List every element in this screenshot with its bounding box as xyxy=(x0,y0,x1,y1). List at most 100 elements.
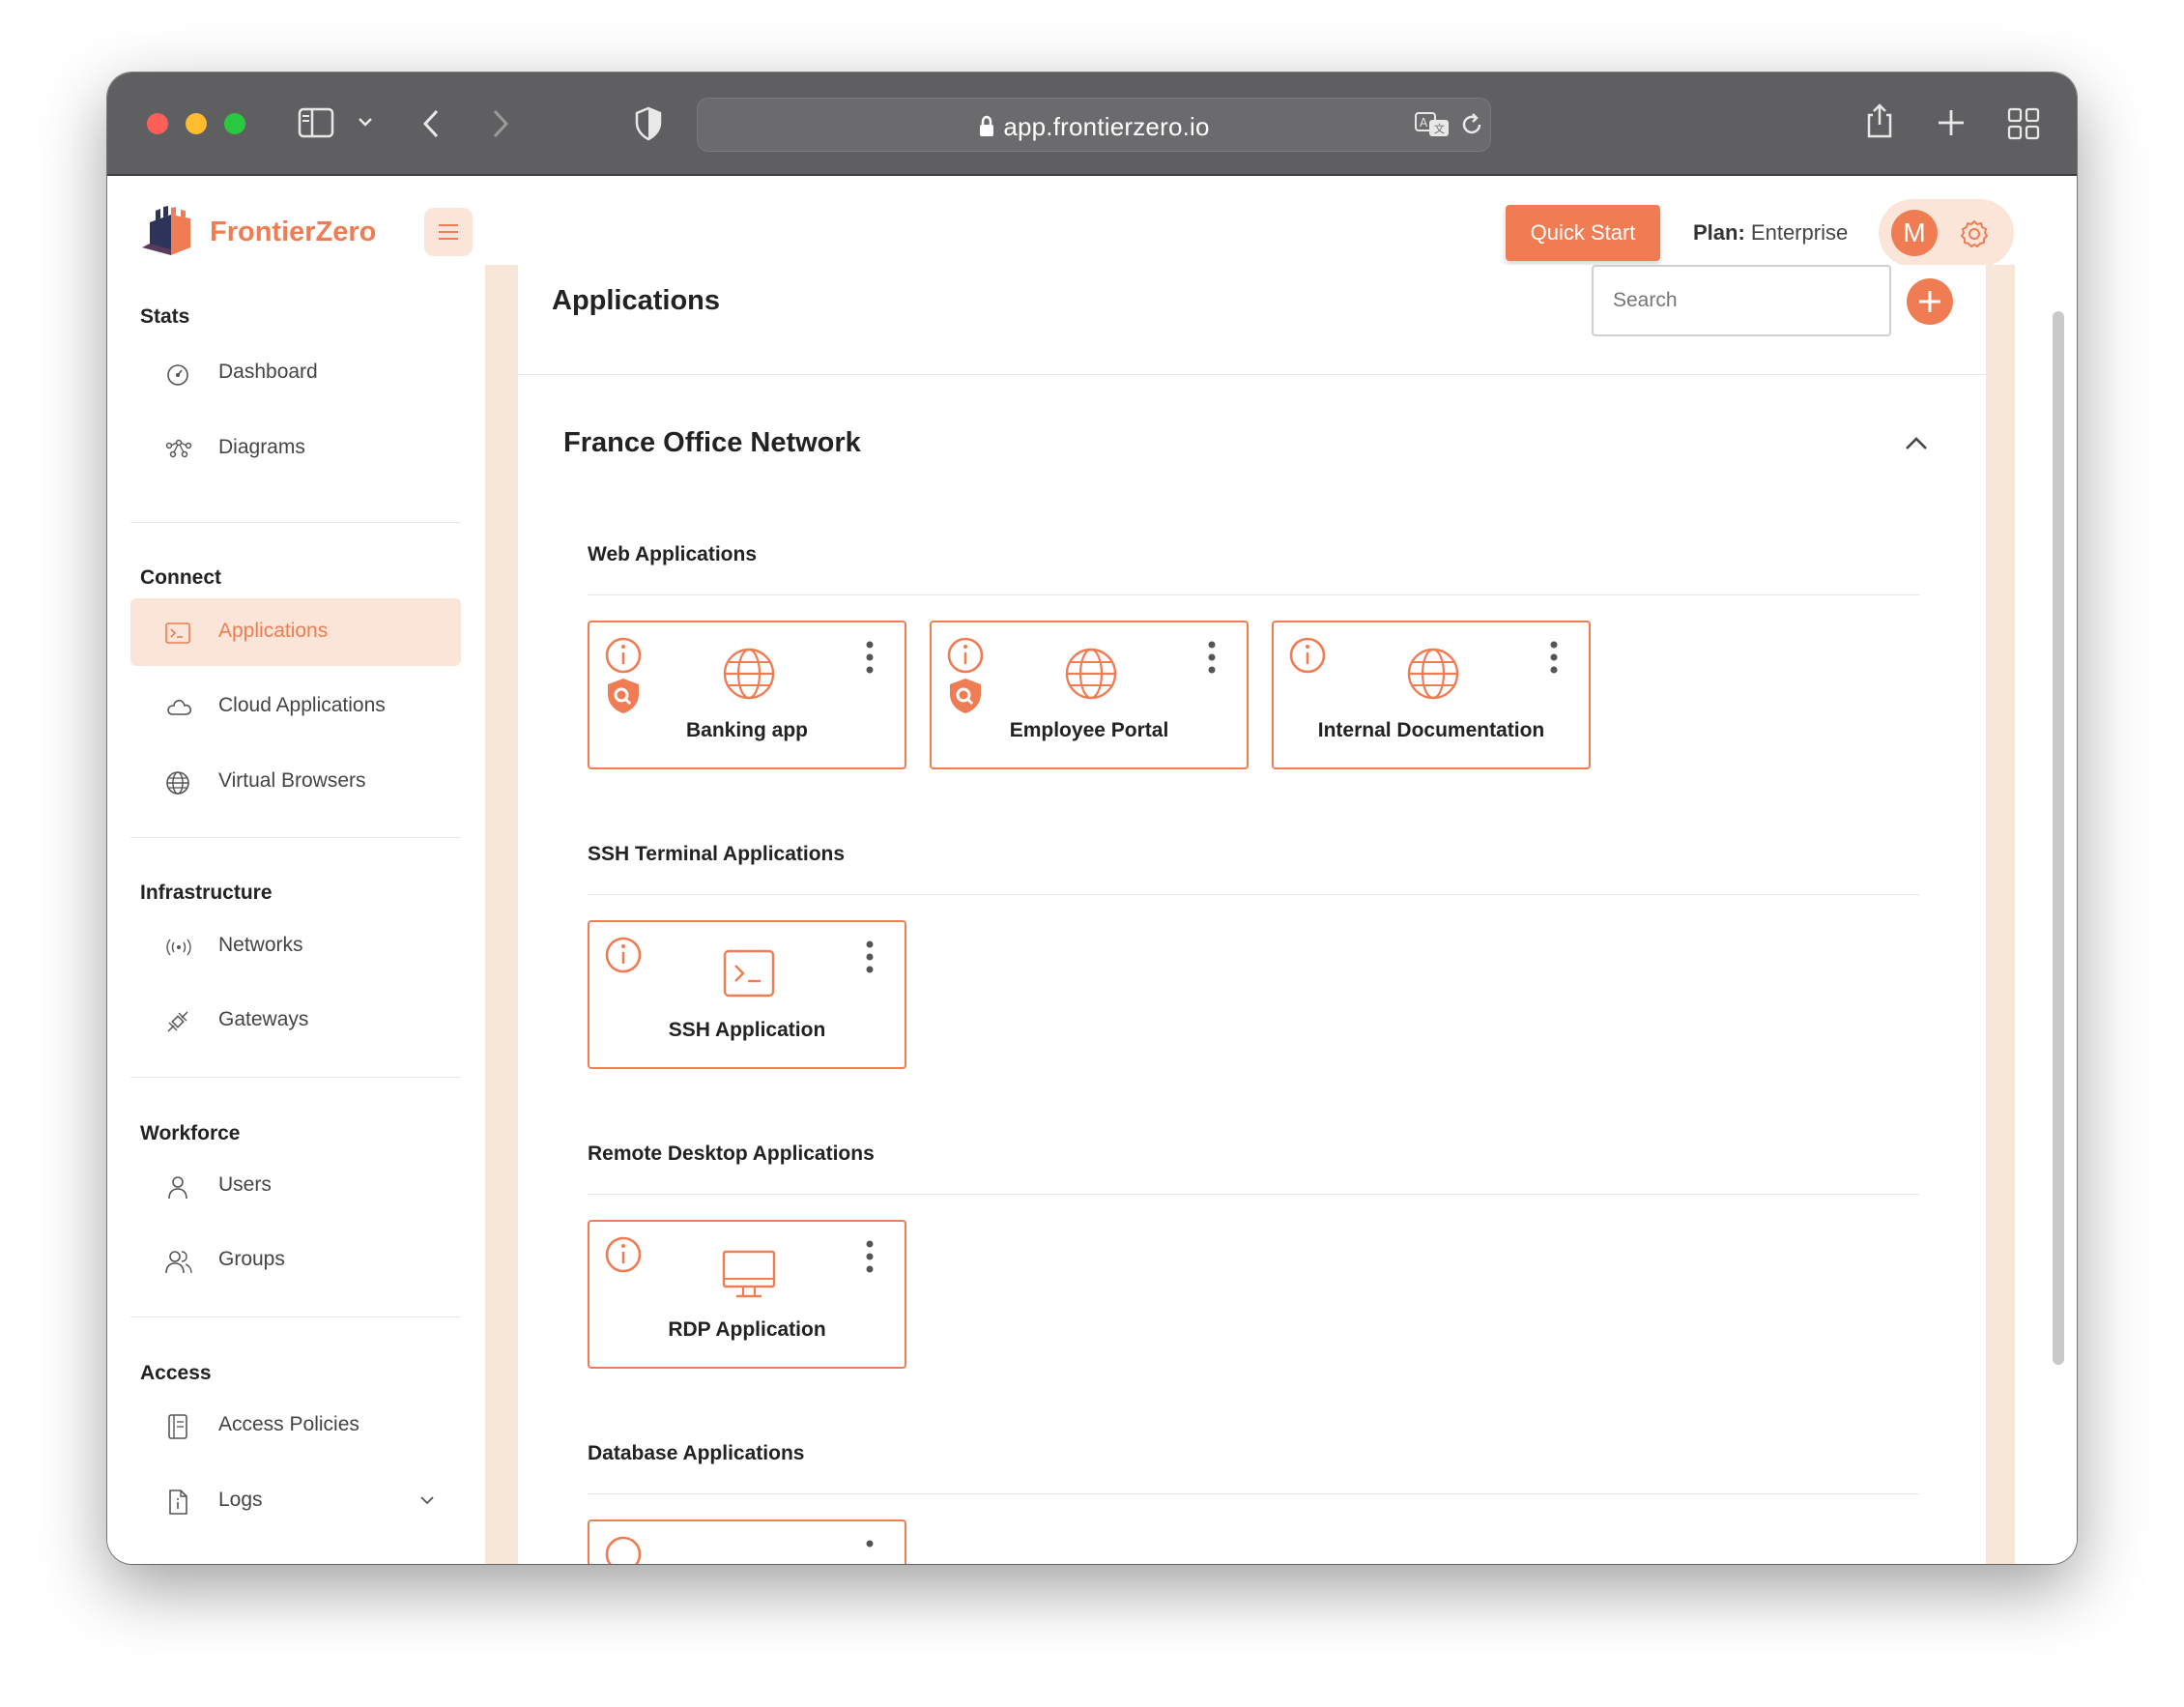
info-icon[interactable] xyxy=(604,1235,643,1274)
shield-privacy-icon[interactable] xyxy=(634,106,663,141)
chevron-down-icon[interactable] xyxy=(418,1494,436,1506)
inspection-shield-icon xyxy=(604,677,643,715)
translate-icon[interactable]: A文 xyxy=(1414,111,1451,138)
sidebar-item-cloud-applications[interactable]: Cloud Applications xyxy=(130,673,461,740)
app-card-database-partial[interactable] xyxy=(588,1519,906,1564)
sidebar-item-users[interactable]: Users xyxy=(130,1152,461,1220)
page-scrollbar[interactable] xyxy=(2053,311,2064,1365)
info-icon[interactable] xyxy=(604,636,643,675)
sidebar-section-access: Access xyxy=(140,1362,212,1384)
more-options-icon[interactable] xyxy=(1548,640,1560,675)
add-application-button[interactable] xyxy=(1907,278,1953,325)
policy-icon xyxy=(165,1414,190,1439)
quick-start-button[interactable]: Quick Start xyxy=(1506,205,1660,261)
browser-window: app.frontierzero.io A文 FrontierZero Quic… xyxy=(107,72,2077,1564)
applications-panel: Applications France Office Network Web A… xyxy=(518,265,1986,1564)
search-input[interactable] xyxy=(1592,265,1891,336)
page-title: Applications xyxy=(552,285,721,316)
sidebar-item-networks[interactable]: Networks xyxy=(130,912,461,980)
more-options-icon[interactable] xyxy=(864,940,876,974)
info-icon[interactable] xyxy=(604,1535,643,1564)
category-divider xyxy=(588,1194,1919,1195)
monitor-icon xyxy=(722,1246,776,1300)
zoom-window-button[interactable] xyxy=(224,113,245,134)
address-bar[interactable]: app.frontierzero.io A文 xyxy=(697,98,1491,152)
chevron-up-icon[interactable] xyxy=(1903,435,1930,452)
gear-icon[interactable] xyxy=(1959,218,1990,249)
forward-icon[interactable] xyxy=(488,107,511,140)
close-window-button[interactable] xyxy=(147,113,168,134)
svg-text:A: A xyxy=(1420,116,1428,130)
sidebar-item-label: Dashboard xyxy=(218,361,318,383)
app-card-ssh-application[interactable]: SSH Application xyxy=(588,920,906,1069)
brand-name[interactable]: FrontierZero xyxy=(210,217,376,248)
browser-titlebar: app.frontierzero.io A文 xyxy=(107,72,2077,176)
app-card-title: Internal Documentation xyxy=(1317,719,1545,741)
terminal-icon xyxy=(165,621,190,646)
category-divider xyxy=(588,1493,1919,1494)
sidebar-item-label: Diagrams xyxy=(218,436,305,458)
reload-icon[interactable] xyxy=(1459,112,1484,137)
sidebar-item-access-policies[interactable]: Access Policies xyxy=(130,1392,461,1460)
info-icon[interactable] xyxy=(604,936,643,974)
more-options-icon[interactable] xyxy=(864,1239,876,1274)
app-card-internal-documentation[interactable]: Internal Documentation xyxy=(1272,621,1591,769)
terminal-icon xyxy=(722,946,776,1000)
share-icon[interactable] xyxy=(1864,101,1895,140)
hamburger-menu-button[interactable] xyxy=(424,208,473,256)
network-title: France Office Network xyxy=(563,427,861,458)
category-divider xyxy=(588,894,1919,895)
more-options-icon[interactable] xyxy=(1206,640,1218,675)
user-menu[interactable]: M xyxy=(1879,199,2014,267)
sidebar-item-label: Users xyxy=(218,1173,272,1196)
inspection-shield-icon xyxy=(946,677,985,715)
cloud-icon xyxy=(165,695,192,720)
url-text: app.frontierzero.io xyxy=(698,112,1490,142)
diagram-icon xyxy=(165,437,192,462)
back-icon[interactable] xyxy=(420,107,444,140)
sidebar-divider xyxy=(130,837,461,838)
sidebar-item-virtual-browsers[interactable]: Virtual Browsers xyxy=(130,748,461,816)
new-tab-icon[interactable] xyxy=(1936,107,1967,138)
app-header: FrontierZero Quick Start Plan: Enterpris… xyxy=(107,176,2077,267)
avatar[interactable]: M xyxy=(1891,210,1938,256)
users-icon xyxy=(165,1249,192,1274)
sidebar-item-applications[interactable]: Applications xyxy=(130,598,461,666)
sidebar-item-label: Logs xyxy=(218,1489,263,1511)
more-options-icon[interactable] xyxy=(864,640,876,675)
sidebar-toggle-icon[interactable] xyxy=(298,106,336,139)
app-card-rdp-application[interactable]: RDP Application xyxy=(588,1220,906,1369)
satellite-icon xyxy=(165,1009,190,1034)
hamburger-icon xyxy=(439,224,458,240)
sidebar-item-label: Access Policies xyxy=(218,1413,359,1435)
app-card-title: SSH Application xyxy=(668,1019,826,1041)
app-card-banking-app[interactable]: Banking app xyxy=(588,621,906,769)
globe-icon xyxy=(1064,647,1118,701)
sidebar: Stats Dashboard Diagrams Connect Applica… xyxy=(107,265,494,1564)
app-card-title: Banking app xyxy=(685,719,808,741)
sidebar-section-stats: Stats xyxy=(140,305,190,328)
sidebar-item-logs[interactable]: Logs xyxy=(130,1467,461,1535)
app-card-employee-portal[interactable]: Employee Portal xyxy=(930,621,1249,769)
plan-value: Enterprise xyxy=(1750,220,1849,245)
url-value: app.frontierzero.io xyxy=(1003,112,1210,141)
sidebar-item-gateways[interactable]: Gateways xyxy=(130,987,461,1055)
chevron-down-icon[interactable] xyxy=(357,116,374,130)
info-icon[interactable] xyxy=(946,636,985,675)
sidebar-item-groups[interactable]: Groups xyxy=(130,1227,461,1294)
tab-overview-icon[interactable] xyxy=(2007,107,2040,140)
info-icon[interactable] xyxy=(1288,636,1327,675)
app-card-title: Employee Portal xyxy=(1009,719,1169,741)
sidebar-divider xyxy=(130,1077,461,1078)
frontierzero-logo-icon[interactable] xyxy=(142,205,202,255)
sidebar-section-infrastructure: Infrastructure xyxy=(140,882,273,904)
sidebar-item-label: Groups xyxy=(218,1248,285,1270)
sidebar-item-diagrams[interactable]: Diagrams xyxy=(130,415,461,482)
minimize-window-button[interactable] xyxy=(186,113,207,134)
more-options-icon[interactable] xyxy=(864,1539,876,1564)
sidebar-item-dashboard[interactable]: Dashboard xyxy=(130,339,461,407)
globe-icon xyxy=(165,770,190,796)
broadcast-icon xyxy=(165,935,192,960)
plan-info: Plan: Enterprise xyxy=(1693,220,1848,246)
lock-icon xyxy=(978,115,995,138)
